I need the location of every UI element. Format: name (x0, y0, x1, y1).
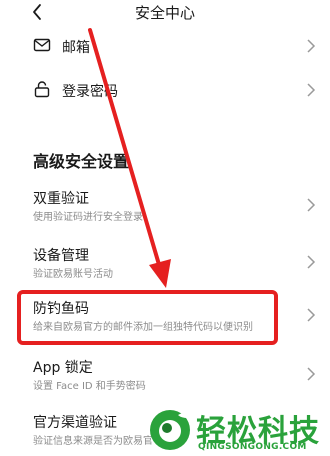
chevron-right-icon (307, 198, 316, 212)
item-subtitle: 使用验证码进行安全登录 (33, 212, 143, 223)
lock-icon (34, 81, 50, 98)
top-bar: 安全中心 (0, 0, 330, 24)
item-subtitle: 验证信息来源是否为欧易官 (33, 436, 153, 447)
watermark: 轻松科技 QINGSONGONG.COM (148, 404, 328, 456)
password-row[interactable]: 登录密码 (0, 74, 330, 106)
chevron-right-icon (307, 308, 316, 322)
section-title: 高级安全设置 (33, 152, 130, 171)
page-title: 安全中心 (134, 4, 195, 22)
chevron-right-icon (307, 367, 316, 381)
chevron-right-icon (307, 39, 316, 53)
item-title: 设备管理 (33, 248, 89, 264)
item-title: App 锁定 (33, 360, 93, 376)
mail-icon (33, 38, 51, 52)
email-row[interactable]: 邮箱 (0, 30, 330, 62)
app-lock-row[interactable]: App 锁定 设置 Face ID 和手势密码 (0, 355, 330, 395)
email-label: 邮箱 (62, 40, 90, 56)
item-subtitle: 验证欧易账号活动 (33, 269, 113, 280)
chevron-right-icon (307, 83, 316, 97)
item-title: 官方渠道验证 (33, 415, 117, 431)
item-subtitle: 设置 Face ID 和手势密码 (33, 381, 146, 392)
password-label: 登录密码 (62, 84, 118, 100)
watermark-logo-icon (150, 410, 190, 450)
item-title: 双重验证 (33, 191, 89, 207)
device-management-row[interactable]: 设备管理 验证欧易账号活动 (0, 243, 330, 283)
highlight-box (17, 290, 278, 345)
watermark-text-en: QINGSONGONG.COM (198, 442, 307, 452)
two-factor-row[interactable]: 双重验证 使用验证码进行安全登录 (0, 186, 330, 226)
chevron-right-icon (307, 255, 316, 269)
